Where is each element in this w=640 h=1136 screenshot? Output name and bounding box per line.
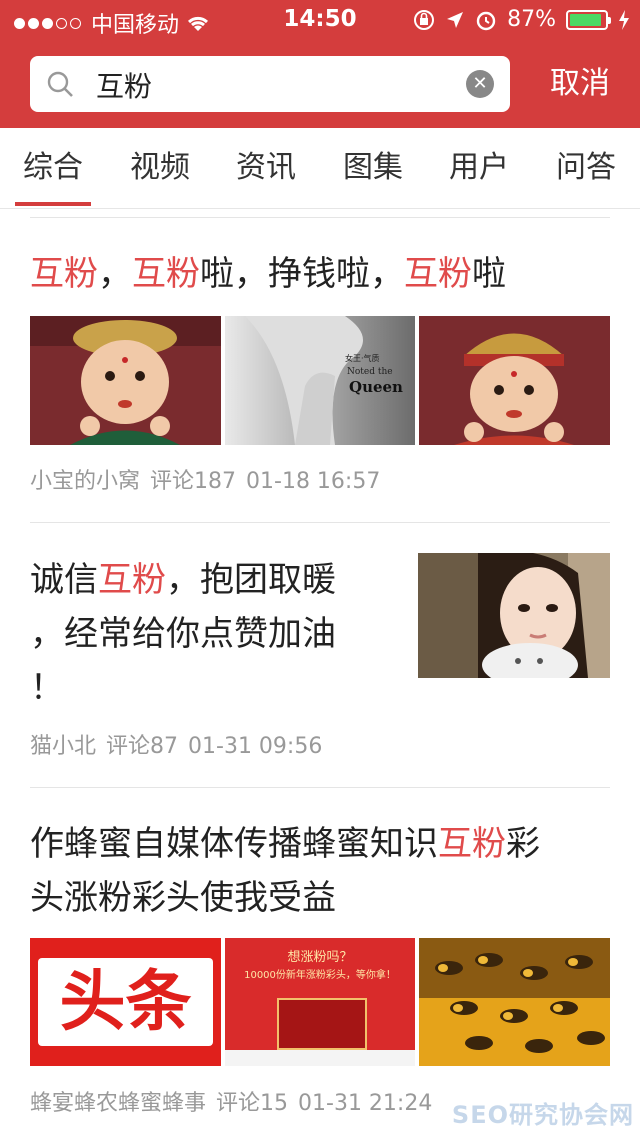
article-source: 猫小北 xyxy=(30,734,97,759)
battery-percent: 87% xyxy=(507,7,556,32)
category-tabs: 综合 视频 资讯 图集 用户 问答 xyxy=(0,128,640,209)
article-meta: 猫小北 评论87 01-31 09:56 xyxy=(30,728,332,760)
header-bar: 中国移动 14:50 87% 互粉 ✕ 取消 xyxy=(0,0,640,128)
article-thumbnail: 头条 xyxy=(30,938,221,1066)
article-meta: 蜂宴蜂农蜂蜜蜂事 评论15 01-31 21:24 xyxy=(30,1085,442,1117)
divider xyxy=(30,217,610,218)
publish-time: 01-18 16:57 xyxy=(246,469,381,494)
tab-gallery[interactable]: 图集 xyxy=(333,128,413,208)
cancel-button[interactable]: 取消 xyxy=(530,62,630,106)
article-thumbnail xyxy=(30,316,221,445)
active-tab-indicator xyxy=(15,202,91,206)
article-thumbnail xyxy=(418,553,610,678)
search-bar[interactable]: ✕ xyxy=(30,56,510,112)
comment-count: 评论187 xyxy=(150,469,237,494)
tab-users[interactable]: 用户 xyxy=(439,128,519,208)
divider xyxy=(30,522,610,523)
tab-comprehensive[interactable]: 综合 xyxy=(13,128,93,208)
article-thumbnail xyxy=(419,938,610,1066)
watermark-logo: SEO研究协会网 xyxy=(451,1101,634,1129)
status-bar: 中国移动 14:50 87% xyxy=(0,0,640,40)
svg-text:Queen: Queen xyxy=(349,378,403,396)
tab-video[interactable]: 视频 xyxy=(120,128,200,208)
battery-icon xyxy=(566,9,611,30)
publish-time: 01-31 21:24 xyxy=(298,1091,433,1116)
search-icon xyxy=(47,71,73,97)
article-title: 作蜂蜜自媒体传播蜂蜜知识互粉彩 头涨粉彩头使我受益 xyxy=(30,824,540,918)
clear-search-button[interactable]: ✕ xyxy=(466,70,494,98)
location-arrow-icon xyxy=(447,11,464,28)
divider xyxy=(30,787,610,788)
publish-time: 01-31 09:56 xyxy=(188,734,323,759)
article-source: 蜂宴蜂农蜂蜜蜂事 xyxy=(30,1091,207,1116)
alarm-clock-icon xyxy=(476,11,496,30)
svg-text:Noted the: Noted the xyxy=(347,367,393,377)
tab-news[interactable]: 资讯 xyxy=(226,128,306,208)
article-title: 互粉，互粉啦，挣钱啦，互粉啦 xyxy=(30,254,506,294)
article-source: 小宝的小窝 xyxy=(30,469,141,494)
search-input[interactable] xyxy=(94,64,478,106)
charging-bolt-icon xyxy=(619,9,629,30)
comment-count: 评论15 xyxy=(216,1091,289,1116)
article-thumbnail xyxy=(419,316,610,445)
svg-text:女王·气质: 女王·气质 xyxy=(345,353,380,363)
article-thumbnail: 想涨粉吗？ 10000份新年涨粉彩头，等你拿！ xyxy=(225,938,415,1066)
article-thumbnail: 女王·气质 Noted the Queen xyxy=(225,316,415,445)
tab-qa[interactable]: 问答 xyxy=(546,128,626,208)
comment-count: 评论87 xyxy=(106,734,179,759)
orientation-lock-icon xyxy=(414,9,435,30)
article-meta: 小宝的小窝 评论187 01-18 16:57 xyxy=(30,463,390,495)
article-title: 诚信互粉，抱团取暖 ，经常给你点赞加油 ！ xyxy=(30,560,336,708)
